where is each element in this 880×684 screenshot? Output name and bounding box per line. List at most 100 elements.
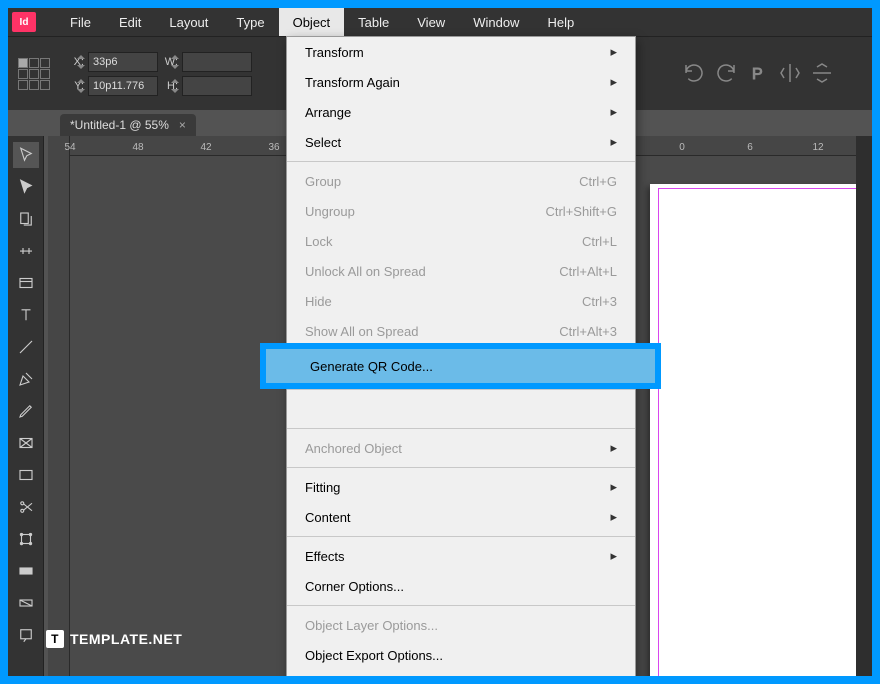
document-tab[interactable]: *Untitled-1 @ 55% ×	[60, 114, 196, 136]
menuitem-lock: LockCtrl+L	[287, 226, 635, 256]
menuitem-shortcut: Ctrl+Alt+3	[559, 324, 617, 339]
menuitem-fitting[interactable]: Fitting ▸	[287, 472, 635, 502]
menuitem-label: Effects	[305, 549, 345, 564]
menuitem-label: Transform Again	[305, 75, 400, 90]
flip-v-icon[interactable]	[810, 61, 834, 85]
submenu-arrow-icon: ▸	[610, 104, 617, 120]
indesign-app-icon: Id	[12, 12, 36, 32]
menuitem-label: Fitting	[305, 480, 340, 495]
pen-tool-icon[interactable]	[13, 366, 39, 392]
close-tab-icon[interactable]: ×	[179, 118, 186, 132]
ruler-tick-label: 42	[200, 142, 211, 153]
menu-separator	[287, 428, 635, 429]
pencil-tool-icon[interactable]	[13, 398, 39, 424]
menuitem-anchored-object: Anchored Object ▸	[287, 433, 635, 463]
menuitem-object-export-options[interactable]: Object Export Options...	[287, 640, 635, 670]
menu-separator	[287, 467, 635, 468]
menuitem-select[interactable]: Select ▸	[287, 127, 635, 157]
menuitem-shortcut: Ctrl+Shift+G	[545, 204, 617, 219]
gradient-feather-tool-icon[interactable]	[13, 590, 39, 616]
menuitem-ungroup: Ungroup Ctrl+Shift+G	[287, 196, 635, 226]
submenu-arrow-icon: ▸	[610, 548, 617, 564]
line-tool-icon[interactable]	[13, 334, 39, 360]
menuitem-content[interactable]: Content ▸	[287, 502, 635, 532]
menuitem-label: Object Export Options...	[305, 648, 443, 663]
ruler-tick-label: 6	[747, 142, 753, 153]
rotate-cw-icon[interactable]	[714, 61, 738, 85]
template-logo-icon: T	[46, 630, 64, 648]
rectangle-tool-icon[interactable]	[13, 462, 39, 488]
type-tool-icon[interactable]	[13, 302, 39, 328]
reference-point-grid[interactable]	[18, 58, 50, 90]
ruler-tick-label: 12	[812, 142, 823, 153]
menu-separator	[287, 161, 635, 162]
menu-object[interactable]: Object	[279, 8, 345, 36]
gradient-swatch-tool-icon[interactable]	[13, 558, 39, 584]
menuitem-transform-again[interactable]: Transform Again▸	[287, 67, 635, 97]
menuitem-group: Group Ctrl+G	[287, 166, 635, 196]
menu-view[interactable]: View	[403, 8, 459, 36]
menuitem-transform[interactable]: Transform ▸	[287, 37, 635, 67]
gap-tool-icon[interactable]	[13, 238, 39, 264]
menuitem-effects[interactable]: Effects ▸	[287, 541, 635, 571]
menuitem-label: Corner Options...	[305, 579, 404, 594]
vertical-ruler[interactable]	[48, 136, 70, 676]
y-field[interactable]: 10p11.776	[88, 76, 158, 96]
free-transform-tool-icon[interactable]	[13, 526, 39, 552]
menu-help[interactable]: Help	[533, 8, 588, 36]
tools-panel	[8, 136, 44, 676]
menuitem-label: Group	[305, 174, 341, 189]
menuitem-label: Show All on Spread	[305, 324, 418, 339]
flip-h-icon[interactable]	[778, 61, 802, 85]
menuitem-label: Unlock All on Spread	[305, 264, 426, 279]
vertical-scrollbar[interactable]	[856, 136, 872, 676]
menuitem-label: Transform	[305, 45, 364, 60]
menuitem-corner-options[interactable]: Corner Options...	[287, 571, 635, 601]
menuitem-unlock-all-on-spread: Unlock All on Spread Ctrl+Alt+L	[287, 256, 635, 286]
submenu-arrow-icon: ▸	[610, 509, 617, 525]
menubar: Id FileEditLayoutTypeObjectTableViewWind…	[8, 8, 872, 36]
rotate-ccw-icon[interactable]	[682, 61, 706, 85]
rectangle-frame-tool-icon[interactable]	[13, 430, 39, 456]
menuitem-label: Lock	[305, 234, 332, 249]
page-tool-icon[interactable]	[13, 206, 39, 232]
selection-tool-icon[interactable]	[13, 142, 39, 168]
menu-layout[interactable]: Layout	[155, 8, 222, 36]
menu-type[interactable]: Type	[222, 8, 278, 36]
menuitem-label: Ungroup	[305, 204, 355, 219]
menu-separator	[287, 389, 635, 390]
direct-selection-tool-icon[interactable]	[13, 174, 39, 200]
p-icon[interactable]: P	[746, 61, 770, 85]
h-field[interactable]	[182, 76, 252, 96]
menuitem-hide: HideCtrl+3	[287, 286, 635, 316]
note-tool-icon[interactable]	[13, 622, 39, 648]
menuitem-label: Anchored Object	[305, 441, 402, 456]
menuitem-label: Object Layer Options...	[305, 618, 438, 633]
menuitem-label: Content	[305, 510, 351, 525]
content-collector-tool-icon[interactable]	[13, 270, 39, 296]
watermark: T TEMPLATE.NET	[46, 630, 182, 648]
menu-file[interactable]: File	[56, 8, 105, 36]
document-page[interactable]	[650, 184, 872, 676]
menu-table[interactable]: Table	[344, 8, 403, 36]
ruler-tick-label: 0	[679, 142, 685, 153]
submenu-arrow-icon: ▸	[610, 440, 617, 456]
submenu-arrow-icon: ▸	[610, 44, 617, 60]
x-field[interactable]: 33p6	[88, 52, 158, 72]
menuitem-arrange[interactable]: Arrange▸	[287, 97, 635, 127]
menu-window[interactable]: Window	[459, 8, 533, 36]
svg-text:P: P	[752, 66, 763, 83]
menuitem-shortcut: Ctrl+Alt+L	[559, 264, 617, 279]
menuitem-shortcut: Ctrl+G	[579, 174, 617, 189]
menuitem-captions[interactable]: Captions▸	[287, 670, 635, 676]
submenu-arrow-icon: ▸	[610, 134, 617, 150]
menuitem-label: Hide	[305, 294, 332, 309]
transform-icons-group: P	[672, 36, 872, 110]
menuitem-show-all-on-spread: Show All on Spread Ctrl+Alt+3	[287, 316, 635, 346]
w-field[interactable]	[182, 52, 252, 72]
generate-qr-code-highlight[interactable]: Generate QR Code...	[260, 343, 661, 389]
scissors-tool-icon[interactable]	[13, 494, 39, 520]
menu-edit[interactable]: Edit	[105, 8, 155, 36]
submenu-arrow-icon: ▸	[610, 479, 617, 495]
menuitem-label: Select	[305, 135, 341, 150]
